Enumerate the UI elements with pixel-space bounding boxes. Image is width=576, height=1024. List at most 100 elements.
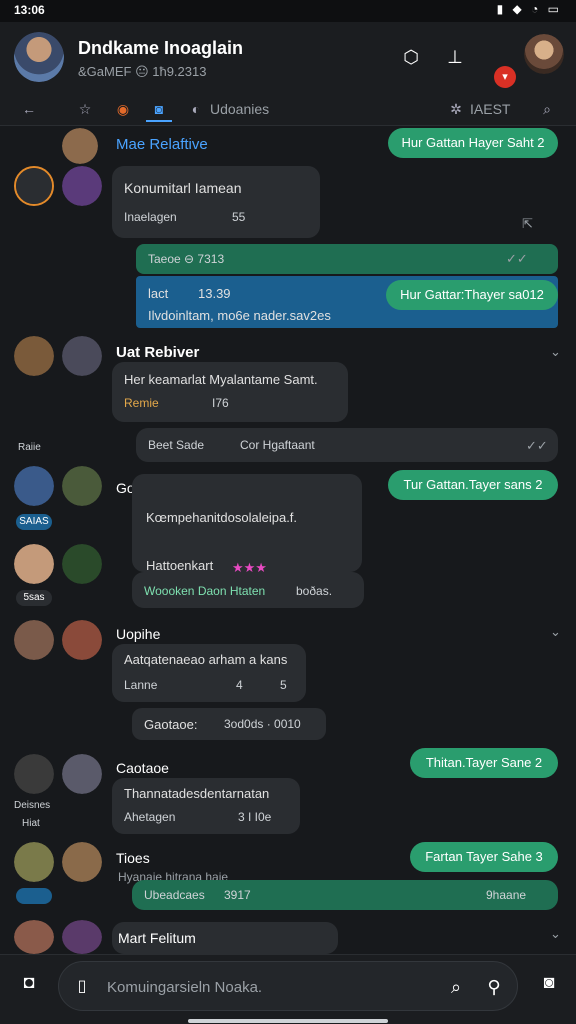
message-bubble[interactable]: Mart Felitum: [112, 922, 338, 954]
message-meta: Ahetagen: [124, 810, 176, 824]
sender-name[interactable]: Tioes: [116, 850, 150, 866]
fire-icon[interactable]: ◉: [110, 96, 136, 122]
message-feed[interactable]: Mae Relaftive Hur Gattan Hayer Saht 2 Ko…: [0, 126, 576, 954]
message-bubble[interactable]: Her keamarlat Myalantame Samt. Remie I76: [112, 362, 348, 422]
mic-icon[interactable]: ⚲: [479, 972, 509, 1002]
message-bubble[interactable]: Ubeadcaes 3917 9haane: [132, 880, 558, 910]
sender-avatar[interactable]: [14, 466, 54, 506]
message-bubble[interactable]: Konumitarl Iamean Inaelagen 55: [112, 166, 320, 238]
message-bubble[interactable]: ★★★ Woooken Daon Htaten boðas.: [132, 560, 364, 608]
message-input-box[interactable]: ▯ ⌕ ⚲: [58, 961, 518, 1011]
sender-avatar[interactable]: [14, 842, 54, 882]
read-check-icon: ✓✓: [506, 251, 528, 266]
system-body: Cor Hgaftaant: [240, 438, 315, 452]
sender-avatar[interactable]: [62, 842, 102, 882]
chat-subtitle: &GaMEF 😐 1ħ9.2313: [78, 64, 207, 79]
chevron-down-icon[interactable]: ⌄: [550, 344, 561, 360]
sender-name[interactable]: Mae Relaftive: [116, 136, 208, 153]
sender-avatar[interactable]: [62, 128, 98, 164]
group-icon[interactable]: ◐: [184, 96, 208, 122]
status-badge: [16, 888, 52, 904]
camera-icon[interactable]: ◘: [14, 967, 44, 997]
chevron-down-icon[interactable]: ⌄: [550, 926, 561, 942]
sender-avatar[interactable]: [14, 544, 54, 584]
message-tail: 3od0ds · 0010: [224, 717, 301, 731]
chat-tab-icon[interactable]: ◙: [146, 96, 172, 122]
message-sub: Hattoenkart: [146, 558, 214, 573]
rating-stars: ★★★: [232, 560, 267, 575]
sender-avatar[interactable]: [14, 754, 54, 794]
message-meta: Lanne: [124, 678, 158, 692]
message-count: I76: [212, 396, 229, 410]
sender-avatar[interactable]: [14, 336, 54, 376]
quoted-text: Taeoe ⊖ 7313: [148, 252, 225, 266]
message-tail: 3917: [224, 888, 251, 902]
sender-avatar[interactable]: [62, 466, 102, 506]
group-avatar[interactable]: [14, 32, 64, 82]
link-icon[interactable]: ⬡: [396, 42, 426, 72]
search-icon[interactable]: ⌕: [534, 96, 560, 122]
highlight-body: Ilvdoinltam, mo6e nader.sav2es: [148, 308, 331, 323]
message-meta: Remie: [124, 396, 159, 410]
message-bubble[interactable]: Kœmpehanitdosolaleipa.f. Hattoenkart: [132, 474, 362, 573]
sender-avatar[interactable]: [62, 620, 102, 660]
back-arrow-icon[interactable]: ←: [16, 96, 42, 122]
sender-avatar[interactable]: [14, 620, 54, 660]
message-meta: Inaelagen: [124, 210, 177, 224]
reply-bubble[interactable]: Tur Gattan.Tayer sans 2: [388, 470, 558, 500]
reply-bubble[interactable]: Hur Gattan Hayer Saht 2: [388, 128, 558, 158]
sender-avatar[interactable]: [62, 920, 102, 954]
star-icon[interactable]: ☆: [72, 96, 98, 122]
chat-title[interactable]: Dndkame Inoaglain: [78, 38, 243, 59]
status-time: 13:06: [14, 3, 45, 17]
chevron-down-icon[interactable]: ⌄: [550, 624, 561, 640]
sticker-icon[interactable]: ◙: [534, 967, 564, 997]
settings-icon[interactable]: ✲: [444, 96, 468, 122]
sender-avatar[interactable]: [62, 544, 102, 584]
sender-avatar[interactable]: [62, 166, 102, 206]
sender-name[interactable]: Uat Rebiver: [116, 344, 199, 361]
reply-bubble[interactable]: Fartan Tayer Sahe 3: [410, 842, 558, 872]
tab-label[interactable]: Udoanies: [210, 96, 269, 122]
message-foot: Woooken Daon Htaten: [144, 584, 266, 598]
sender-avatar[interactable]: [14, 920, 54, 954]
message-body: Ubeadcaes: [144, 888, 205, 902]
message-count-2: 5: [280, 678, 287, 692]
quoted-bar[interactable]: Taeoe ⊖ 7313 ✓✓: [136, 244, 558, 274]
message-bubble[interactable]: Aatqatenaeao arham a kans Lanne 4 5: [112, 644, 306, 702]
message-input[interactable]: [107, 975, 427, 999]
emoji-avatar[interactable]: [14, 166, 54, 206]
sender-name[interactable]: Uopihe: [116, 626, 160, 642]
reply-label: 9haane: [486, 888, 527, 902]
pin-icon[interactable]: ⊥: [440, 42, 470, 72]
side-label: Deisnes: [14, 800, 51, 811]
notification-badge[interactable]: ▾: [494, 66, 516, 88]
message-body: Thannatadesdentarnatan: [124, 786, 270, 801]
reply-bubble[interactable]: Thitan.Tayer Sane 2: [410, 748, 558, 778]
message-count: 55: [232, 210, 246, 224]
user-avatar[interactable]: [524, 34, 564, 74]
sender-name[interactable]: Caotaoe: [116, 760, 169, 776]
share-icon[interactable]: ⇱: [522, 216, 533, 232]
search-icon[interactable]: ⌕: [441, 972, 471, 1002]
reply-bubble[interactable]: Hur Gattar:Thayer sa012: [386, 280, 558, 310]
latest-label[interactable]: IAEST: [470, 96, 510, 122]
message-bubble[interactable]: Gaotaoe: 3od0ds · 0010: [132, 708, 326, 740]
sender-name[interactable]: Mart Felitum: [118, 930, 196, 946]
status-bar: 13:06 ▮ ◆ ◔ ▭: [0, 0, 576, 22]
chat-header: Dndkame Inoaglain &GaMEF 😐 1ħ9.2313 ⬡ ⊥ …: [0, 22, 576, 92]
composer-bar: ◘ ▯ ⌕ ⚲ ◙: [0, 954, 576, 1024]
sender-avatar[interactable]: [62, 336, 102, 376]
attachment-icon[interactable]: ▯: [67, 972, 97, 1002]
message-bubble[interactable]: Thannatadesdentarnatan Ahetagen 3 I I0e: [112, 778, 300, 834]
system-bubble[interactable]: Beet Sade Cor Hgaftaant ✓✓: [136, 428, 558, 462]
sender-avatar[interactable]: [62, 754, 102, 794]
message-tail: 3 I I0e: [238, 810, 272, 824]
message-body: Kœmpehanitdosolaleipa.f.: [146, 510, 298, 525]
status-badge: SAIAS: [16, 514, 52, 530]
message-foot2: boðas.: [296, 584, 333, 598]
home-indicator: [188, 1019, 388, 1023]
message-body: Her keamarlat Myalantame Samt.: [124, 372, 318, 387]
message-title: Konumitarl Iamean: [124, 180, 242, 196]
highlight-time: 13.39: [198, 286, 231, 301]
